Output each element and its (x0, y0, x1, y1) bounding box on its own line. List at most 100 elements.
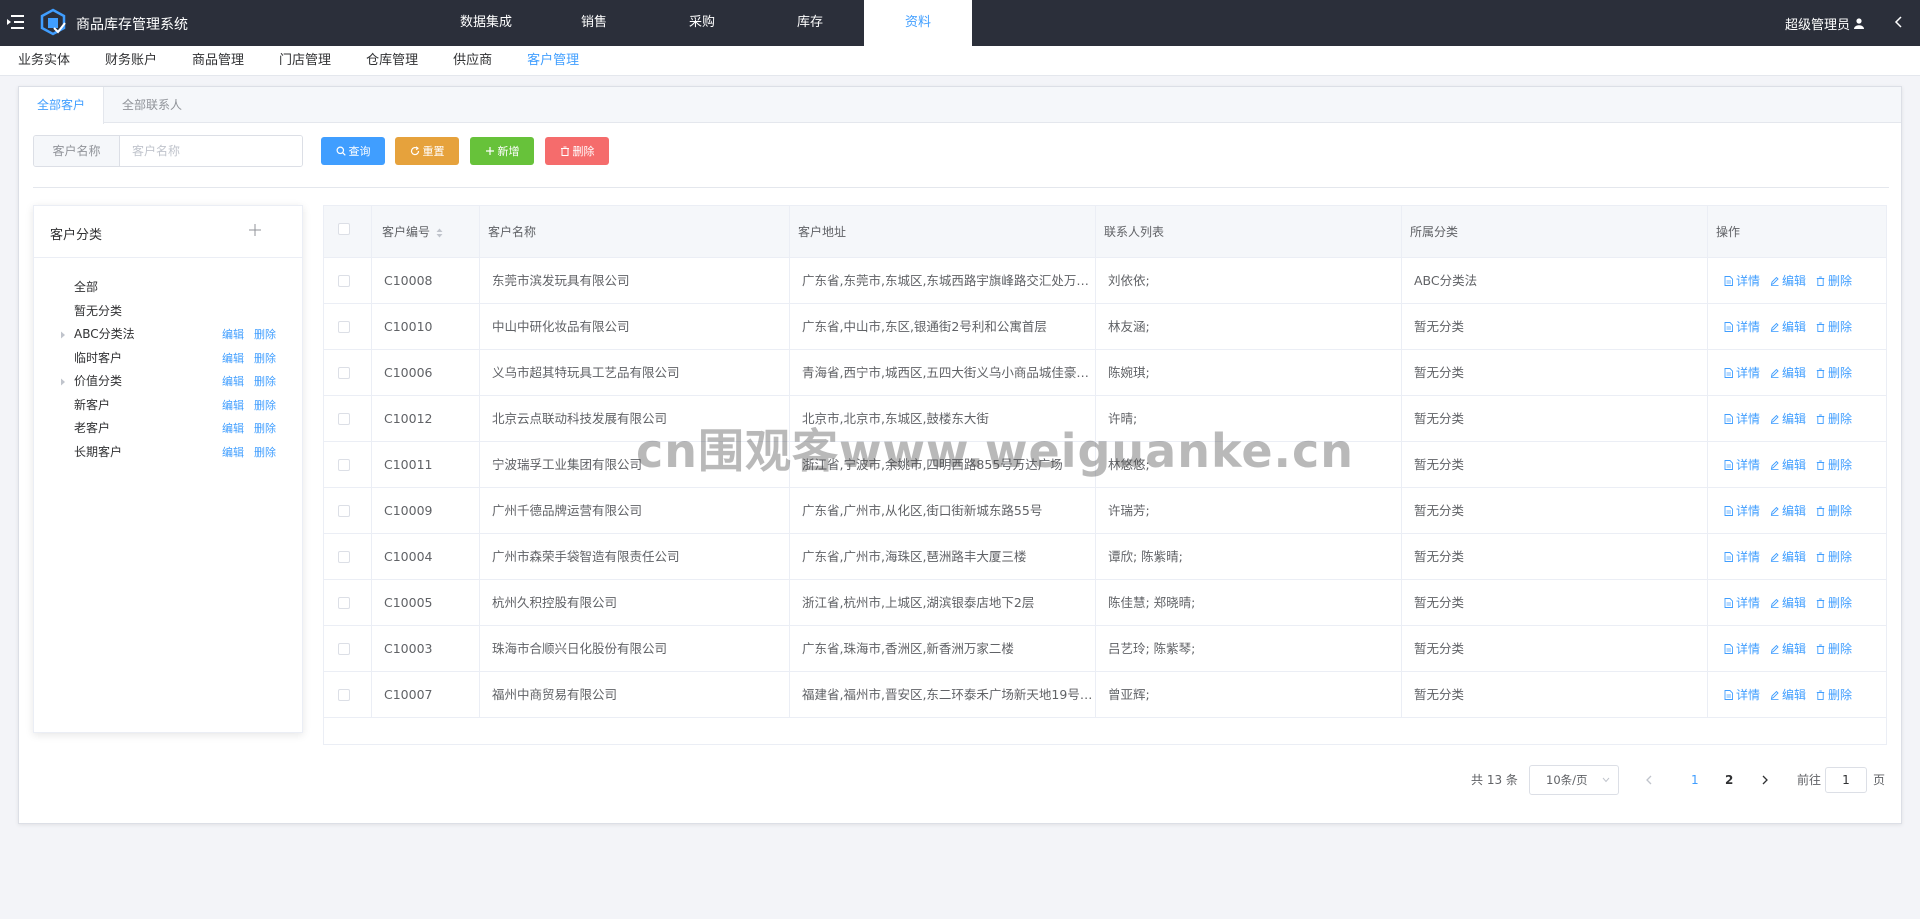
sub-nav-business-entity[interactable]: 业务实体 (18, 46, 70, 75)
category-node[interactable]: 新客户 编辑 删除 (34, 394, 302, 418)
detail-button[interactable]: 详情 (1724, 350, 1760, 396)
query-button[interactable]: 查询 (321, 137, 385, 165)
delete-button[interactable]: 删除 (1816, 396, 1852, 442)
sub-nav-store[interactable]: 门店管理 (279, 46, 331, 75)
add-category-icon[interactable] (248, 223, 262, 237)
goto-page-input[interactable] (1825, 767, 1867, 793)
delete-button[interactable]: 删除 (1816, 626, 1852, 672)
sub-nav-warehouse[interactable]: 仓库管理 (366, 46, 418, 75)
select-all-checkbox[interactable] (338, 223, 350, 235)
edit-category-button[interactable]: 编辑 (222, 394, 244, 418)
edit-button[interactable]: 编辑 (1770, 396, 1806, 442)
user-menu[interactable]: 超级管理员 (1785, 14, 1864, 33)
caret-right-icon[interactable] (60, 378, 66, 386)
detail-button[interactable]: 详情 (1724, 396, 1760, 442)
sub-nav-customer[interactable]: 客户管理 (527, 46, 579, 75)
table-row[interactable]: C10008 东莞市滨发玩具有限公司 广东省,东莞市,东城区,东城西路宇旗峰路交汇处… (324, 258, 1886, 304)
delete-button[interactable]: 删除 (1816, 442, 1852, 488)
delete-category-button[interactable]: 删除 (254, 370, 276, 394)
table-row[interactable]: C10009 广州千德品牌运营有限公司 广东省,广州市,从化区,街口街新城东路55号… (324, 488, 1886, 534)
delete-button[interactable]: 删除 (1816, 350, 1852, 396)
category-node[interactable]: 暂无分类 (34, 300, 302, 324)
collapse-icon[interactable] (1892, 15, 1906, 29)
add-customer-button[interactable]: 新增 (470, 137, 534, 165)
page-size-select[interactable]: 10条/页 (1529, 765, 1619, 795)
sub-nav-finance-account[interactable]: 财务账户 (105, 46, 157, 75)
table-row[interactable]: C10003 珠海市合顺兴日化股份有限公司 广东省,珠海市,香洲区,新香洲万家二楼吕… (324, 626, 1886, 672)
detail-button[interactable]: 详情 (1724, 258, 1760, 304)
top-nav-purchase[interactable]: 采购 (648, 0, 756, 46)
delete-button[interactable]: 删除 (1816, 488, 1852, 534)
top-nav-sales[interactable]: 销售 (540, 0, 648, 46)
caret-right-icon[interactable] (60, 331, 66, 339)
delete-category-button[interactable]: 删除 (254, 394, 276, 418)
table-row[interactable]: C10006 义乌市超其特玩具工艺品有限公司 青海省,西宁市,城西区,五四大街义乌小… (324, 350, 1886, 396)
row-checkbox[interactable] (338, 367, 350, 379)
table-row[interactable]: C10005 杭州久积控股有限公司 浙江省,杭州市,上城区,湖滨银泰店地下2层 陈佳慧… (324, 580, 1886, 626)
delete-category-button[interactable]: 删除 (254, 347, 276, 371)
table-row[interactable]: C10011 宁波瑞孚工业集团有限公司 浙江省,宁波市,余姚市,四明西路855号万达… (324, 442, 1886, 488)
delete-button[interactable]: 删除 (1816, 304, 1852, 350)
category-node[interactable]: 长期客户 编辑 删除 (34, 441, 302, 465)
edit-button[interactable]: 编辑 (1770, 350, 1806, 396)
category-node[interactable]: 临时客户 编辑 删除 (34, 347, 302, 371)
edit-button[interactable]: 编辑 (1770, 626, 1806, 672)
menu-toggle-icon[interactable] (6, 12, 26, 32)
detail-button[interactable]: 详情 (1724, 626, 1760, 672)
edit-button[interactable]: 编辑 (1770, 304, 1806, 350)
next-page-icon[interactable] (1757, 765, 1773, 795)
edit-button[interactable]: 编辑 (1770, 580, 1806, 626)
edit-category-button[interactable]: 编辑 (222, 417, 244, 441)
edit-button[interactable]: 编辑 (1770, 488, 1806, 534)
row-checkbox[interactable] (338, 321, 350, 333)
detail-button[interactable]: 详情 (1724, 672, 1760, 718)
delete-button[interactable]: 删除 (1816, 258, 1852, 304)
delete-category-button[interactable]: 删除 (254, 323, 276, 347)
table-row[interactable]: C10004 广州市森荣手袋智造有限责任公司 广东省,广州市,海珠区,琶洲路丰大厦三… (324, 534, 1886, 580)
reset-button[interactable]: 重置 (395, 137, 459, 165)
delete-button[interactable]: 删除 (1816, 534, 1852, 580)
table-row[interactable]: C10012 北京云点联动科技发展有限公司 北京市,北京市,东城区,鼓楼东大街 许晴;… (324, 396, 1886, 442)
detail-button[interactable]: 详情 (1724, 304, 1760, 350)
sort-icon[interactable] (436, 228, 443, 238)
row-checkbox[interactable] (338, 413, 350, 425)
sub-nav-product[interactable]: 商品管理 (192, 46, 244, 75)
category-node[interactable]: ABC分类法 编辑 删除 (34, 323, 302, 347)
table-row[interactable]: C10007 福州中商贸易有限公司 福建省,福州市,晋安区,东二环泰禾广场新天地19… (324, 672, 1886, 718)
edit-category-button[interactable]: 编辑 (222, 323, 244, 347)
delete-customer-button[interactable]: 删除 (545, 137, 609, 165)
row-checkbox[interactable] (338, 275, 350, 287)
tab-all-contacts[interactable]: 全部联系人 (104, 87, 200, 123)
row-checkbox[interactable] (338, 689, 350, 701)
page-1[interactable]: 1 (1691, 765, 1699, 795)
delete-button[interactable]: 删除 (1816, 672, 1852, 718)
category-node[interactable]: 老客户 编辑 删除 (34, 417, 302, 441)
top-nav-master-data[interactable]: 资料 (864, 0, 972, 46)
row-checkbox[interactable] (338, 459, 350, 471)
sub-nav-supplier[interactable]: 供应商 (453, 46, 492, 75)
edit-button[interactable]: 编辑 (1770, 442, 1806, 488)
tab-all-customers[interactable]: 全部客户 (19, 87, 105, 124)
delete-category-button[interactable]: 删除 (254, 417, 276, 441)
delete-button[interactable]: 删除 (1816, 580, 1852, 626)
prev-page-icon[interactable] (1641, 765, 1657, 795)
edit-category-button[interactable]: 编辑 (222, 347, 244, 371)
customer-name-input[interactable] (120, 136, 302, 166)
header-customer-code[interactable]: 客户编号 (372, 206, 480, 258)
top-nav-inventory[interactable]: 库存 (756, 0, 864, 46)
row-checkbox[interactable] (338, 505, 350, 517)
detail-button[interactable]: 详情 (1724, 488, 1760, 534)
edit-button[interactable]: 编辑 (1770, 672, 1806, 718)
detail-button[interactable]: 详情 (1724, 580, 1760, 626)
edit-button[interactable]: 编辑 (1770, 258, 1806, 304)
row-checkbox[interactable] (338, 597, 350, 609)
row-checkbox[interactable] (338, 551, 350, 563)
category-node[interactable]: 价值分类 编辑 删除 (34, 370, 302, 394)
edit-category-button[interactable]: 编辑 (222, 370, 244, 394)
top-nav-data-integration[interactable]: 数据集成 (432, 0, 540, 46)
table-row[interactable]: C10010 中山中研化妆品有限公司 广东省,中山市,东区,银通街2号利和公寓首层林… (324, 304, 1886, 350)
detail-button[interactable]: 详情 (1724, 442, 1760, 488)
edit-category-button[interactable]: 编辑 (222, 441, 244, 465)
row-checkbox[interactable] (338, 643, 350, 655)
edit-button[interactable]: 编辑 (1770, 534, 1806, 580)
